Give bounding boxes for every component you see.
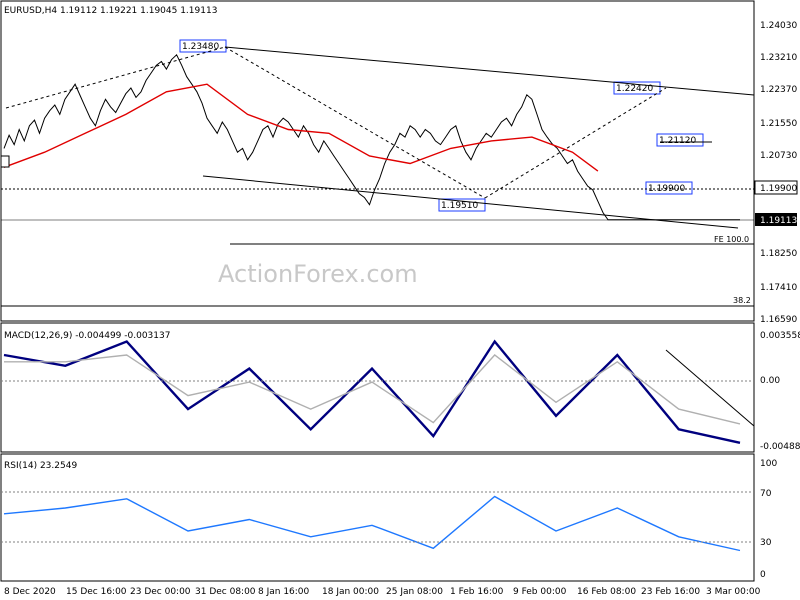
price-tick-7: 1.19113 [760,216,797,226]
price-tick-6: 1.19900 [760,184,797,194]
price-y-axis: 1.24030 1.23210 1.22370 1.21550 1.20730 … [754,21,798,325]
x-tick-3: 23 Dec 00:00 [130,587,191,597]
rsi-tick-2: 70 [760,489,772,499]
price-tick-1: 1.24030 [760,21,797,31]
rsi-y-axis: 100 70 30 0 [760,459,777,580]
x-tick-2: 15 Dec 16:00 [66,587,127,597]
x-tick-10: 16 Feb 08:00 [577,587,636,597]
rsi-tick-4: 0 [760,570,766,580]
rsi-panel-frame [0,453,755,582]
left-price-flag [0,155,10,168]
x-tick-4: 31 Dec 08:00 [195,587,256,597]
x-tick-8: 1 Feb 16:00 [450,587,504,597]
anno-fib382: 38.2 [733,296,751,305]
x-tick-12: 3 Mar 00:00 [706,587,761,597]
price-tick-9: 1.17410 [760,283,797,293]
anno-fe100: FE 100.0 [714,235,749,244]
price-title: EURUSD,H4 1.19112 1.19221 1.19045 1.1911… [4,6,217,16]
x-tick-11: 23 Feb 16:00 [641,587,700,597]
x-tick-6: 18 Jan 00:00 [322,587,379,597]
x-tick-5: 8 Jan 16:00 [258,587,310,597]
macd-tick-2: 0.00 [760,376,780,386]
watermark: ActionForex.com [218,260,418,288]
macd-y-axis: 0.003558 0.00 -0.004882 [760,331,800,452]
rsi-tick-3: 30 [760,538,772,548]
macd-title: MACD(12,26,9) -0.004499 -0.003137 [4,331,170,341]
x-tick-1: 8 Dec 2020 [4,587,56,597]
anno-1-23480: 1.23480 [182,42,219,52]
x-tick-7: 25 Jan 08:00 [386,587,443,597]
price-tick-8: 1.18250 [760,249,797,259]
x-tick-9: 9 Feb 00:00 [513,587,567,597]
chart-stage: EURUSD,H4 1.19112 1.19221 1.19045 1.1911… [0,0,800,600]
price-tick-5: 1.20730 [760,151,797,161]
rsi-title: RSI(14) 23.2549 [4,461,77,471]
macd-tick-3: -0.004882 [760,442,800,452]
x-axis: 8 Dec 2020 15 Dec 16:00 23 Dec 00:00 31 … [4,587,761,597]
macd-panel-frame [0,322,755,453]
price-tick-10: 1.16590 [760,315,797,325]
anno-1-21120: 1.21120 [659,136,696,146]
macd-tick-1: 0.003558 [760,331,800,341]
chart-svg: EURUSD,H4 1.19112 1.19221 1.19045 1.1911… [0,0,800,597]
price-tick-3: 1.22370 [760,85,797,95]
price-tick-4: 1.21550 [760,119,797,129]
price-tick-2: 1.23210 [760,53,797,63]
rsi-tick-1: 100 [760,459,777,469]
